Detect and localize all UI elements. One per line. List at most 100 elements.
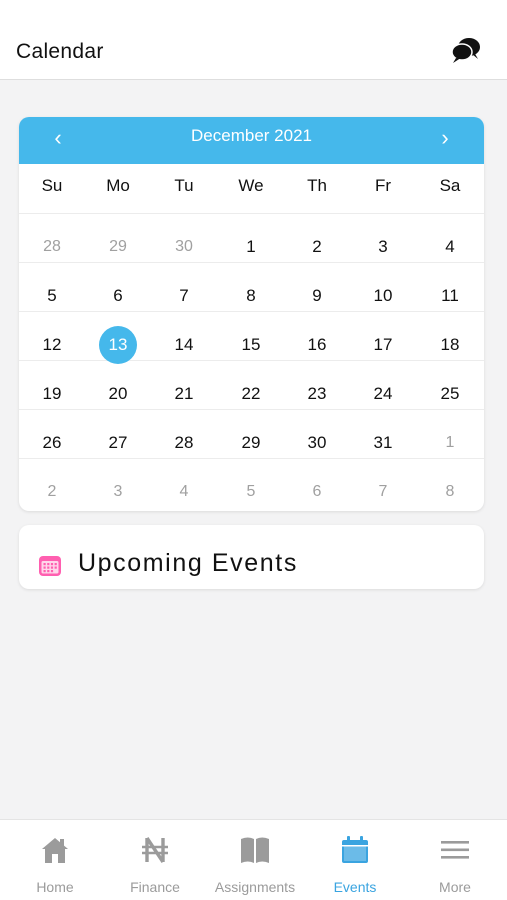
upcoming-events-card[interactable]: Upcoming Events bbox=[19, 525, 484, 589]
day-number: 31 bbox=[373, 433, 393, 452]
day-number: 26 bbox=[42, 433, 62, 452]
day-number: 2 bbox=[47, 483, 57, 500]
calendar-day[interactable]: 4 bbox=[430, 214, 470, 263]
book-icon bbox=[241, 837, 269, 863]
calendar-day-outside-month[interactable]: 30 bbox=[164, 214, 204, 263]
calendar-day[interactable]: 31 bbox=[363, 410, 403, 459]
weekday-label: We bbox=[238, 176, 264, 195]
calendar-day[interactable]: 10 bbox=[363, 263, 403, 312]
chevron-right-icon[interactable]: › bbox=[427, 123, 463, 155]
calendar-day[interactable]: 28 bbox=[164, 410, 204, 459]
calendar-icon bbox=[39, 556, 61, 576]
tab-home[interactable]: Home bbox=[5, 820, 105, 900]
calendar-day[interactable]: 25 bbox=[430, 361, 470, 410]
day-number: 23 bbox=[307, 384, 327, 403]
day-number: 4 bbox=[179, 483, 189, 500]
calendar-widget: ‹ December 2021 › Su Mo Tu We Th Fr Sa 2… bbox=[19, 117, 484, 511]
calendar-day[interactable]: 15 bbox=[231, 312, 271, 361]
calendar-week-row: 28 29 30 1 2 3 4 bbox=[19, 214, 484, 263]
month-label: December 2021 bbox=[191, 126, 312, 145]
day-number: 29 bbox=[241, 433, 261, 452]
day-number: 14 bbox=[174, 335, 194, 354]
weekday-label: Tu bbox=[174, 176, 194, 195]
calendar-day[interactable]: 21 bbox=[164, 361, 204, 410]
calendar-day[interactable]: 8 bbox=[231, 263, 271, 312]
day-number: 27 bbox=[108, 433, 128, 452]
tab-finance[interactable]: Finance bbox=[105, 820, 205, 900]
day-number: 9 bbox=[312, 286, 322, 305]
calendar-day[interactable]: 27 bbox=[98, 410, 138, 459]
tab-assignments[interactable]: Assignments bbox=[205, 820, 305, 900]
calendar-day[interactable]: 6 bbox=[98, 263, 138, 312]
calendar-day[interactable]: 3 bbox=[363, 214, 403, 263]
calendar-day[interactable]: 2 bbox=[297, 214, 337, 263]
day-number: 28 bbox=[43, 238, 61, 255]
weekday-label: Th bbox=[307, 176, 327, 195]
calendar-day-outside-month[interactable]: 7 bbox=[363, 459, 403, 508]
tab-more[interactable]: More bbox=[405, 820, 505, 900]
day-number: 1 bbox=[445, 434, 455, 451]
calendar-day-outside-month[interactable]: 4 bbox=[164, 459, 204, 508]
calendar-day-outside-month[interactable]: 28 bbox=[32, 214, 72, 263]
calendar-day[interactable]: 22 bbox=[231, 361, 271, 410]
weekday-row: Su Mo Tu We Th Fr Sa bbox=[19, 164, 484, 214]
day-number: 6 bbox=[312, 483, 322, 500]
calendar-day[interactable]: 7 bbox=[164, 263, 204, 312]
calendar-day[interactable]: 18 bbox=[430, 312, 470, 361]
day-number: 21 bbox=[174, 384, 194, 403]
tab-label: Finance bbox=[130, 879, 180, 895]
calendar-day[interactable]: 20 bbox=[98, 361, 138, 410]
day-number: 5 bbox=[47, 286, 57, 305]
day-number: 7 bbox=[378, 483, 388, 500]
day-number: 22 bbox=[241, 384, 261, 403]
calendar-day[interactable]: 29 bbox=[231, 410, 271, 459]
calendar-day[interactable]: 9 bbox=[297, 263, 337, 312]
day-number: 8 bbox=[445, 483, 455, 500]
calendar-day[interactable]: 16 bbox=[297, 312, 337, 361]
calendar-day[interactable]: 23 bbox=[297, 361, 337, 410]
day-number: 20 bbox=[108, 384, 128, 403]
tab-label: Events bbox=[333, 879, 377, 895]
tab-events[interactable]: Events bbox=[305, 820, 405, 900]
calendar-day[interactable]: 19 bbox=[32, 361, 72, 410]
calendar-day-outside-month[interactable]: 3 bbox=[98, 459, 138, 508]
calendar-day[interactable]: 5 bbox=[32, 263, 72, 312]
calendar-day[interactable]: 30 bbox=[297, 410, 337, 459]
calendar-day-outside-month[interactable]: 5 bbox=[231, 459, 271, 508]
calendar-day[interactable]: 14 bbox=[164, 312, 204, 361]
weekday-label: Mo bbox=[106, 176, 130, 195]
calendar-day[interactable]: 1 bbox=[231, 214, 271, 263]
naira-icon bbox=[142, 837, 168, 863]
day-number: 7 bbox=[179, 286, 189, 305]
day-number: 11 bbox=[441, 286, 459, 305]
menu-icon bbox=[441, 841, 469, 859]
day-number: 10 bbox=[373, 286, 393, 305]
calendar-day-outside-month[interactable]: 1 bbox=[430, 410, 470, 459]
day-number: 28 bbox=[174, 433, 194, 452]
day-number: 4 bbox=[445, 237, 455, 256]
day-number: 29 bbox=[109, 238, 127, 255]
calendar-day[interactable]: 12 bbox=[32, 312, 72, 361]
calendar-day-outside-month[interactable]: 8 bbox=[430, 459, 470, 508]
page-title: Calendar bbox=[16, 40, 104, 63]
calendar-day-outside-month[interactable]: 2 bbox=[32, 459, 72, 508]
calendar-day[interactable]: 11 bbox=[430, 263, 470, 312]
calendar-day-outside-month[interactable]: 6 bbox=[297, 459, 337, 508]
calendar-day-selected[interactable]: 13 bbox=[98, 312, 138, 364]
calendar-day[interactable]: 26 bbox=[32, 410, 72, 459]
day-number: 1 bbox=[246, 237, 256, 256]
home-icon bbox=[42, 838, 68, 863]
day-number: 30 bbox=[175, 238, 193, 255]
day-number: 24 bbox=[373, 384, 393, 403]
calendar-day[interactable]: 17 bbox=[363, 312, 403, 361]
day-number: 25 bbox=[440, 384, 460, 403]
calendar-week-row: 12 13 14 15 16 17 18 bbox=[19, 312, 484, 364]
calendar-day-outside-month[interactable]: 29 bbox=[98, 214, 138, 263]
day-number: 2 bbox=[312, 237, 322, 256]
calendar-day[interactable]: 24 bbox=[363, 361, 403, 410]
app-header: Calendar bbox=[0, 0, 507, 80]
day-number: 30 bbox=[307, 433, 327, 452]
day-number: 15 bbox=[241, 335, 261, 354]
day-number: 18 bbox=[440, 335, 460, 354]
chat-bubbles-icon[interactable] bbox=[450, 36, 482, 66]
